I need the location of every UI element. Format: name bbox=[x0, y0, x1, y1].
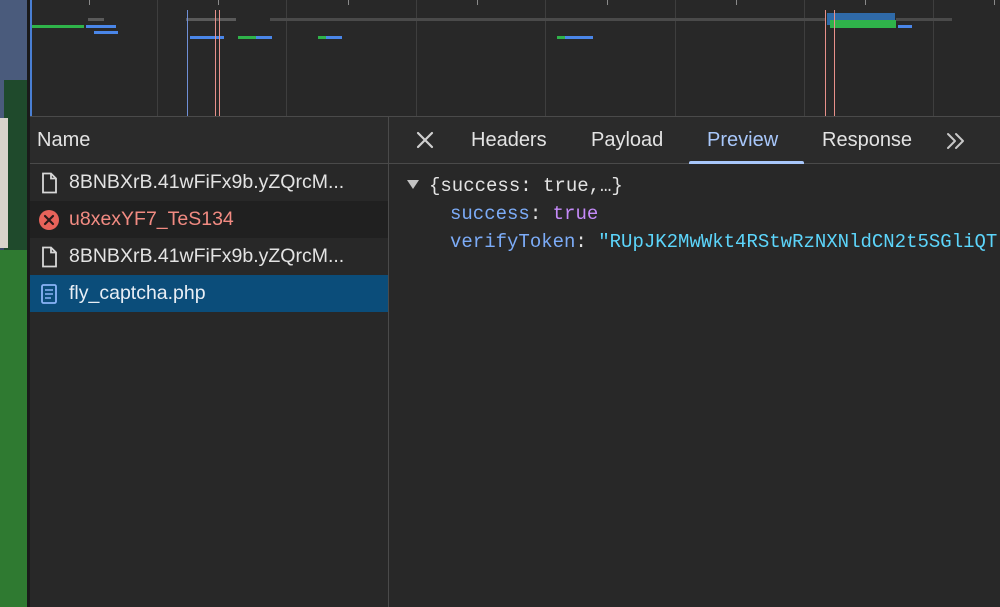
page-grass bbox=[0, 250, 30, 607]
timeline-bar bbox=[565, 36, 593, 39]
timeline-bar bbox=[830, 20, 896, 28]
detail-tab-bar: Headers Payload Preview Response bbox=[389, 116, 1000, 164]
json-root-line[interactable]: {success: true,…} bbox=[407, 173, 623, 199]
timeline-bar bbox=[186, 18, 236, 21]
json-key: success bbox=[450, 203, 530, 225]
request-name: fly_captcha.php bbox=[69, 282, 206, 304]
json-value-string: "RUpJK2MwWkt4RStwRzNXNldCN2t5SGliQT bbox=[598, 231, 998, 253]
double-chevron-right-icon[interactable] bbox=[943, 128, 969, 154]
timeline-bar bbox=[256, 36, 272, 39]
timeline-bar bbox=[32, 25, 84, 28]
request-name: 8BNBXrB.41wFiFx9b.yZQrcM... bbox=[69, 171, 345, 193]
timeline-bar bbox=[88, 18, 104, 21]
request-name: u8xexYF7_TeS134 bbox=[69, 208, 234, 230]
timeline-bar bbox=[326, 36, 342, 39]
expand-triangle-icon[interactable] bbox=[407, 180, 419, 189]
tab-headers[interactable]: Headers bbox=[471, 117, 547, 164]
tab-payload[interactable]: Payload bbox=[591, 117, 663, 164]
close-icon[interactable] bbox=[411, 126, 439, 154]
timeline-tick bbox=[994, 0, 995, 5]
timeline-tick bbox=[348, 0, 349, 5]
page-house bbox=[0, 118, 8, 248]
tab-label: Response bbox=[822, 129, 913, 151]
json-field-line: success: true bbox=[450, 201, 598, 227]
json-field-line: verifyToken: "RUpJK2MwWkt4RStwRzNXNldCN2… bbox=[450, 229, 997, 255]
load-marker bbox=[219, 10, 220, 116]
timeline-bar bbox=[86, 25, 116, 28]
tab-response[interactable]: Response bbox=[822, 117, 912, 164]
json-separator: : bbox=[529, 203, 553, 225]
json-value-boolean: true bbox=[552, 203, 599, 225]
timeline-tick bbox=[736, 0, 737, 5]
timeline-bar bbox=[318, 36, 326, 39]
json-preview: {success: true,…} success: true verifyTo… bbox=[389, 164, 1000, 607]
load-marker bbox=[834, 10, 835, 116]
tab-label: Payload bbox=[591, 129, 664, 151]
script-document-icon bbox=[38, 283, 60, 305]
timeline-tick bbox=[218, 0, 219, 5]
dom-content-loaded-marker bbox=[187, 10, 188, 116]
timeline-bar bbox=[898, 25, 912, 28]
tab-preview[interactable]: Preview bbox=[707, 117, 778, 164]
request-row-error[interactable]: u8xexYF7_TeS134 bbox=[30, 201, 388, 238]
request-row[interactable]: 8BNBXrB.41wFiFx9b.yZQrcM... bbox=[30, 164, 388, 201]
timeline-tick bbox=[89, 0, 90, 5]
request-row-selected[interactable]: fly_captcha.php bbox=[30, 275, 388, 312]
json-separator: : bbox=[575, 231, 599, 253]
load-marker bbox=[825, 10, 826, 116]
tab-label: Headers bbox=[471, 129, 547, 151]
document-icon bbox=[38, 172, 60, 194]
load-marker bbox=[215, 10, 216, 116]
timeline-tick bbox=[477, 0, 478, 5]
timeline-bar bbox=[270, 18, 826, 21]
error-icon bbox=[38, 209, 60, 231]
timeline-tick bbox=[865, 0, 866, 5]
json-key: verifyToken bbox=[450, 231, 576, 253]
timeline-bar bbox=[238, 36, 256, 39]
json-summary: {success: true,…} bbox=[429, 175, 623, 197]
timeline-bar bbox=[94, 31, 118, 34]
timeline-grid-line bbox=[157, 0, 158, 116]
document-icon bbox=[38, 246, 60, 268]
page-background-strip bbox=[0, 0, 30, 607]
name-column-header[interactable]: Name bbox=[30, 116, 388, 164]
request-list-panel: Name 8BNBXrB.41wFiFx9b.yZQrcM... u8xexYF… bbox=[30, 116, 389, 607]
name-column-label: Name bbox=[37, 128, 91, 151]
timeline-bar bbox=[896, 18, 952, 21]
request-row[interactable]: 8BNBXrB.41wFiFx9b.yZQrcM... bbox=[30, 238, 388, 275]
request-detail-panel: Headers Payload Preview Response {succes… bbox=[389, 116, 1000, 607]
timeline-tick bbox=[607, 0, 608, 5]
network-overview-timeline[interactable] bbox=[30, 0, 1000, 116]
request-name: 8BNBXrB.41wFiFx9b.yZQrcM... bbox=[69, 245, 345, 267]
timeline-bar bbox=[557, 36, 565, 39]
devtools-window: Name 8BNBXrB.41wFiFx9b.yZQrcM... u8xexYF… bbox=[0, 0, 1000, 607]
tab-label: Preview bbox=[707, 129, 779, 151]
